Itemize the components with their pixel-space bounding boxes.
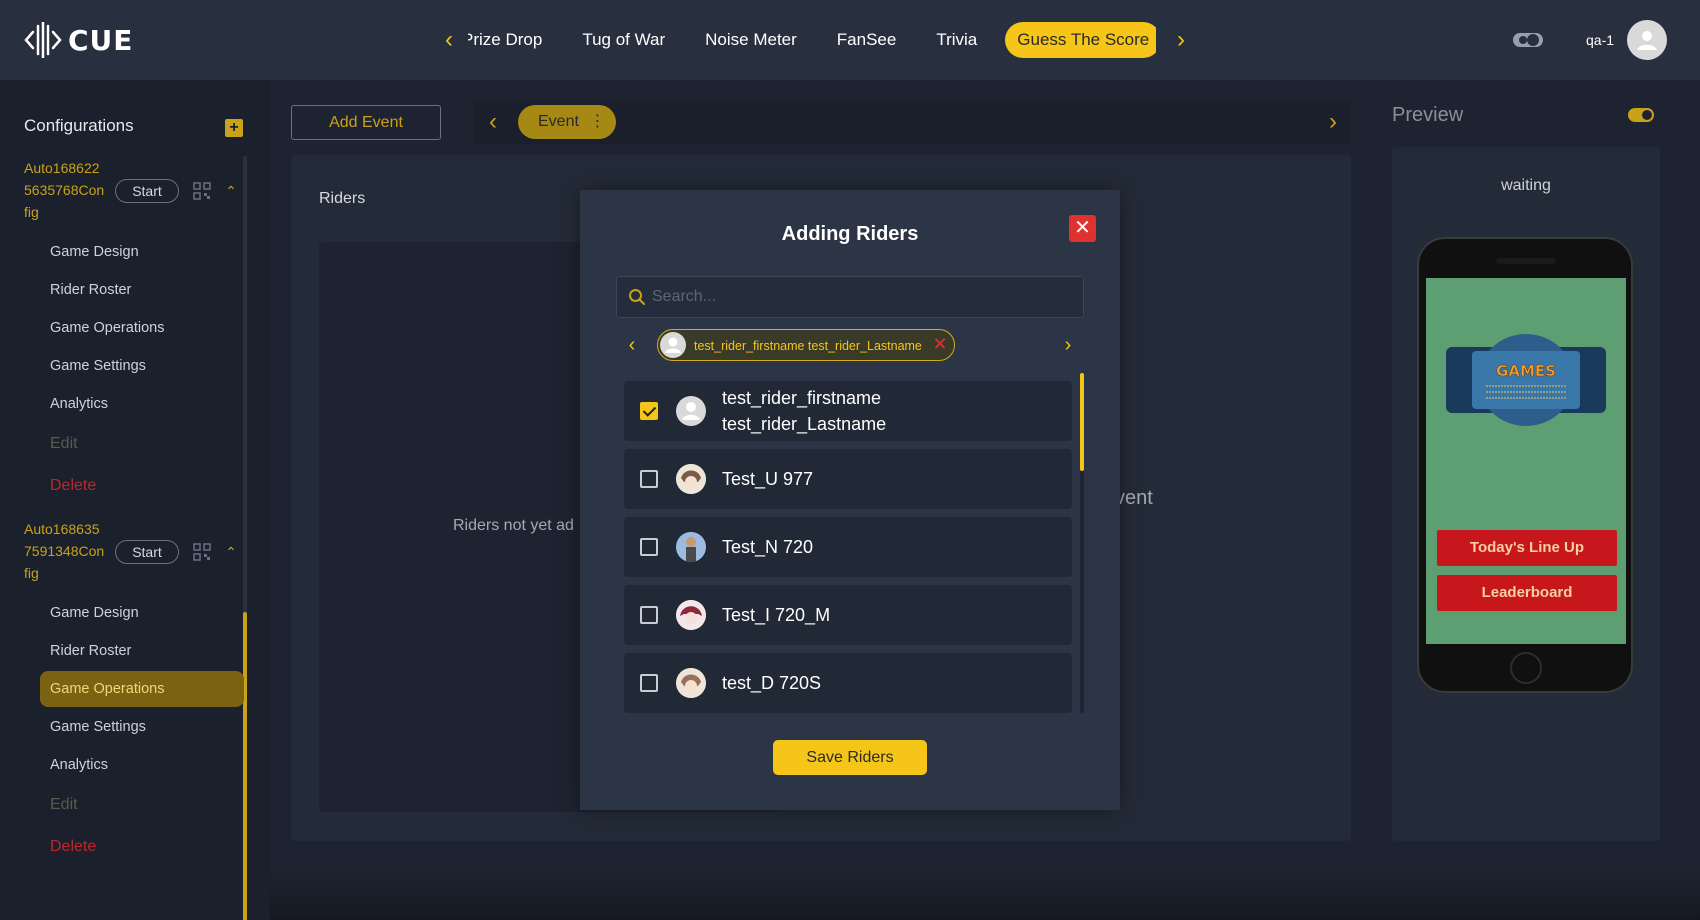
games-logo-image: GAMES [1446, 334, 1606, 426]
rider-avatar [676, 464, 706, 494]
user-avatar-icon [1637, 31, 1657, 50]
game-tabs: Prize Drop Tug of War Noise Meter FanSee… [468, 20, 1156, 60]
tab-guess-the-score[interactable]: Guess The Score [1005, 22, 1156, 58]
collapse-chevron-icon[interactable]: ⌃ [223, 183, 239, 199]
search-input[interactable] [652, 280, 1072, 314]
search-icon [629, 289, 645, 305]
preview-toggle[interactable] [1628, 108, 1654, 122]
person-avatar-icon [676, 532, 706, 562]
riders-label: Riders [319, 190, 366, 207]
start-button[interactable]: Start [115, 540, 179, 564]
svg-text:GAMES: GAMES [1496, 362, 1556, 380]
rider-avatar [676, 396, 706, 426]
config-name[interactable]: Auto1686225635768Config [24, 157, 106, 223]
qr-code-icon[interactable] [193, 543, 211, 561]
anime-avatar-icon [676, 668, 706, 698]
rider-name: Test_U 977 [722, 469, 814, 489]
preview-title: Preview [1392, 104, 1464, 126]
default-avatar-icon [682, 402, 700, 420]
rider-checkbox[interactable] [640, 538, 658, 556]
close-icon[interactable]: ✕ [1069, 215, 1096, 242]
chips-next-arrow-icon[interactable]: › [1057, 334, 1079, 356]
cue-logo-icon [24, 22, 62, 58]
config-name[interactable]: Auto1686357591348Config [24, 518, 106, 584]
event-prev-arrow-icon[interactable]: ‹ [480, 108, 506, 136]
todays-line-up-button[interactable]: Today's Line Up [1437, 530, 1617, 566]
default-avatar-icon [665, 337, 681, 353]
tab-prize-drop[interactable]: Prize Drop [468, 20, 562, 60]
user-avatar[interactable] [1627, 20, 1667, 60]
phone-speaker [1496, 258, 1556, 264]
tabs-prev-arrow-icon[interactable]: ‹ [436, 26, 462, 54]
event-panel-text: vent [1115, 487, 1153, 509]
rider-avatar [676, 532, 706, 562]
rider-row[interactable]: test_D 720S [624, 653, 1072, 713]
sidebar-item-game-design[interactable]: Game Design [40, 595, 244, 631]
tab-trivia[interactable]: Trivia [916, 20, 997, 60]
rider-checkbox[interactable] [640, 674, 658, 692]
sidebar-item-rider-roster[interactable]: Rider Roster [40, 633, 244, 669]
rider-name: test_rider_firstname [722, 388, 882, 408]
chips-prev-arrow-icon[interactable]: ‹ [621, 334, 643, 356]
sidebar-item-game-settings[interactable]: Game Settings [40, 709, 244, 745]
qr-code-icon[interactable] [193, 182, 211, 200]
riders-empty-text: Riders not yet ad [453, 517, 574, 534]
bottom-fade [270, 870, 1700, 920]
sidebar-item-rider-roster[interactable]: Rider Roster [40, 272, 244, 308]
tab-tug-of-war[interactable]: Tug of War [562, 20, 685, 60]
sidebar-item-edit[interactable]: Edit [40, 426, 244, 462]
event-tab-label: Event [538, 113, 579, 130]
start-button[interactable]: Start [115, 179, 179, 203]
sidebar-item-edit[interactable]: Edit [40, 787, 244, 823]
rider-name: test_D 720S [722, 673, 822, 693]
event-next-arrow-icon[interactable]: › [1320, 108, 1346, 136]
rider-avatar [676, 668, 706, 698]
event-tab[interactable]: Event ⋮ [518, 105, 616, 139]
rider-name-line2: test_rider_Lastname [722, 414, 887, 434]
sidebar-item-analytics[interactable]: Analytics [40, 386, 244, 422]
anime-avatar-icon [676, 600, 706, 630]
chip-avatar [660, 332, 686, 358]
rider-checkbox[interactable] [640, 402, 658, 420]
kebab-menu-icon[interactable]: ⋮ [589, 113, 605, 130]
rider-row[interactable]: Test_U 977 [624, 449, 1072, 509]
sidebar-item-game-operations[interactable]: Game Operations [40, 310, 244, 346]
phone-home-button [1510, 652, 1542, 684]
rider-list-scrollbar-thumb[interactable] [1080, 373, 1084, 471]
user-name[interactable]: qa-1 [1586, 32, 1614, 48]
anime-avatar-icon [676, 464, 706, 494]
modal-title: Adding Riders [781, 223, 919, 245]
remove-chip-icon[interactable]: ✕ [932, 335, 948, 353]
rider-name: Test_N 720 [722, 537, 814, 557]
add-config-icon[interactable]: + [225, 119, 243, 137]
sidebar-item-game-settings[interactable]: Game Settings [40, 348, 244, 384]
sidebar-item-game-operations[interactable]: Game Operations [40, 671, 244, 707]
rider-checkbox[interactable] [640, 606, 658, 624]
app-logo[interactable]: CUE [24, 20, 133, 60]
collapse-chevron-icon[interactable]: ⌃ [223, 544, 239, 560]
sidebar-item-delete[interactable]: Delete [40, 829, 244, 865]
sidebar-item-game-design[interactable]: Game Design [40, 234, 244, 270]
theme-toggle-icon[interactable] [1512, 30, 1544, 50]
rider-name: Test_I 720_M [722, 605, 831, 625]
rider-row[interactable]: test_rider_firstname test_rider_Lastname [624, 381, 1072, 441]
rider-list[interactable]: test_rider_firstname test_rider_Lastname… [618, 373, 1078, 713]
sidebar-item-analytics[interactable]: Analytics [40, 747, 244, 783]
logo-text: CUE [68, 23, 134, 57]
selected-rider-chip-label: test_rider_firstname test_rider_Lastname [694, 339, 922, 353]
rider-avatar [676, 600, 706, 630]
tab-fansee[interactable]: FanSee [817, 20, 917, 60]
save-riders-button[interactable]: Save Riders [773, 740, 927, 775]
sidebar-title: Configurations [24, 116, 134, 135]
preview-status: waiting [1501, 177, 1551, 194]
rider-row[interactable]: Test_I 720_M [624, 585, 1072, 645]
tabs-next-arrow-icon[interactable]: › [1168, 26, 1194, 54]
add-event-button[interactable]: Add Event [291, 105, 441, 140]
rider-row[interactable]: Test_N 720 [624, 517, 1072, 577]
sidebar-item-delete[interactable]: Delete [40, 468, 244, 504]
leaderboard-button[interactable]: Leaderboard [1437, 575, 1617, 611]
rider-checkbox[interactable] [640, 470, 658, 488]
tab-noise-meter[interactable]: Noise Meter [685, 20, 817, 60]
